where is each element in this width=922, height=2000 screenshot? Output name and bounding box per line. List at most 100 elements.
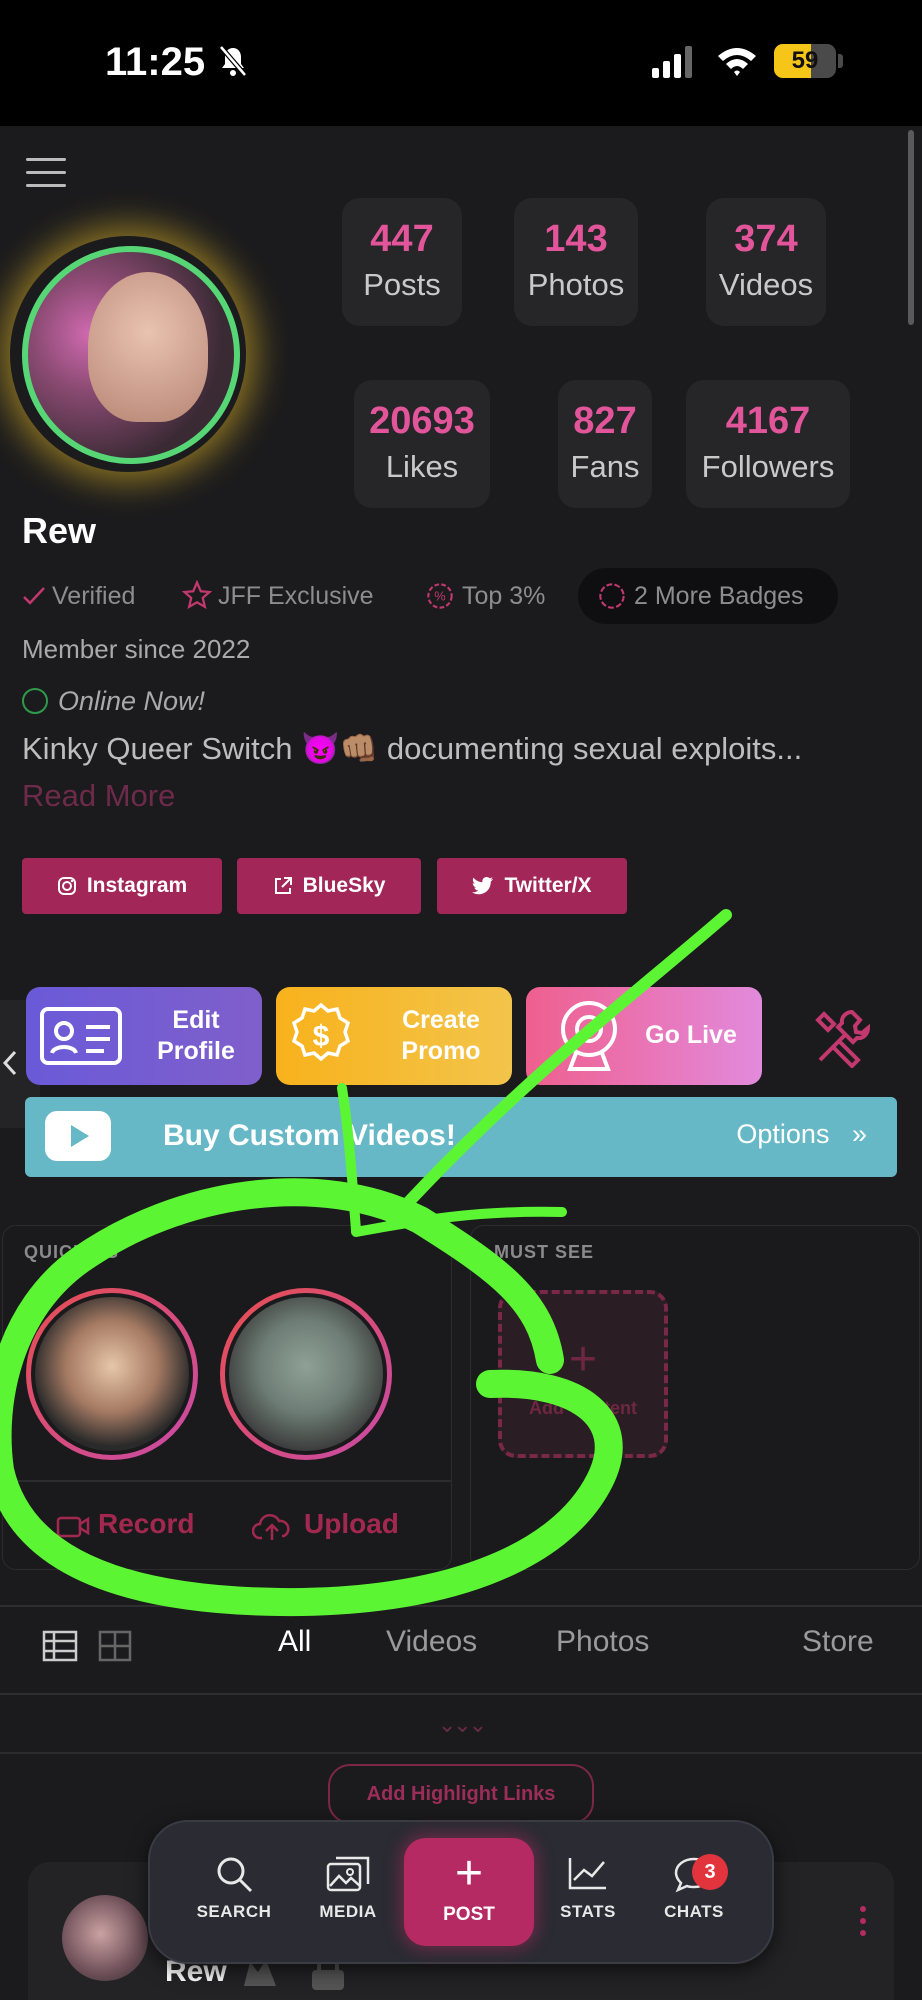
tab-photos[interactable]: Photos xyxy=(556,1625,649,1659)
stat-value: 143 xyxy=(544,218,608,260)
upload-button[interactable]: Upload xyxy=(304,1508,399,1540)
video-camera-icon xyxy=(56,1516,90,1538)
grid-view-icon[interactable] xyxy=(98,1630,132,1662)
more-badges-label: 2 More Badges xyxy=(634,582,804,610)
chats-unread-badge: 3 xyxy=(692,1854,728,1890)
external-link-icon xyxy=(274,877,292,895)
media-gallery-icon xyxy=(326,1856,370,1892)
status-time: 11:25 xyxy=(105,40,206,84)
go-live-label: Go Live xyxy=(645,1021,737,1050)
add-highlight-links-button[interactable]: Add Highlight Links xyxy=(328,1764,594,1824)
profile-avatar[interactable] xyxy=(22,246,240,464)
stat-value: 447 xyxy=(370,218,434,260)
tab-all[interactable]: All xyxy=(278,1625,311,1659)
instagram-icon xyxy=(57,877,76,896)
go-live-button[interactable]: Go Live xyxy=(526,987,762,1085)
profile-name: Rew xyxy=(22,510,97,551)
stat-value: 4167 xyxy=(725,400,811,442)
stat-label: Photos xyxy=(527,267,625,302)
tab-videos[interactable]: Videos xyxy=(386,1625,477,1659)
buy-custom-videos-banner[interactable]: Buy Custom Videos! Options » xyxy=(25,1097,897,1177)
nav-stats-label: STATS xyxy=(560,1902,616,1921)
badge-top-percent: Top 3% xyxy=(462,582,546,610)
instagram-link[interactable]: Instagram xyxy=(22,858,222,914)
double-chevron-right-icon: » xyxy=(851,1119,867,1149)
post-author-avatar[interactable] xyxy=(62,1895,148,1981)
edit-profile-button[interactable]: Edit Profile xyxy=(26,987,262,1085)
online-status: Online Now! xyxy=(58,686,206,716)
section-divider xyxy=(0,1752,922,1754)
percent-badge-icon: % xyxy=(427,583,453,609)
bluesky-link[interactable]: BlueSky xyxy=(237,858,421,914)
custom-videos-label: Buy Custom Videos! xyxy=(163,1119,456,1152)
stat-label: Followers xyxy=(701,449,835,484)
stat-value: 20693 xyxy=(369,400,475,442)
post-options-icon[interactable] xyxy=(860,1906,868,1936)
read-more-link[interactable]: Read More xyxy=(22,778,175,814)
nav-media[interactable]: MEDIA xyxy=(298,1854,398,1922)
stat-value: 827 xyxy=(573,400,637,442)
nav-chats-label: CHATS xyxy=(664,1902,724,1921)
app-screen: 11:25 59 447 Posts 143 Photos 374 Videos… xyxy=(0,0,922,2000)
tools-icon[interactable] xyxy=(812,1008,872,1068)
stat-posts[interactable]: 447 Posts xyxy=(342,198,462,326)
twitter-bird-icon xyxy=(472,877,494,895)
id-card-icon xyxy=(40,1007,122,1065)
expand-chevrons-icon[interactable]: ⌄⌄⌄ xyxy=(0,1712,922,1738)
chevron-left-icon xyxy=(2,1050,17,1076)
quickies-title: QUICKIES xyxy=(24,1242,120,1262)
battery-tip xyxy=(838,54,843,68)
must-see-title: MUST SEE xyxy=(494,1242,595,1262)
badge-outline-icon xyxy=(599,583,625,609)
stat-label: Fans xyxy=(570,449,640,484)
page-scrollbar[interactable] xyxy=(908,130,914,325)
plus-icon: + xyxy=(454,1847,484,1900)
nav-search[interactable]: SEARCH xyxy=(184,1854,284,1922)
wifi-icon xyxy=(718,48,756,76)
stat-label: Videos xyxy=(718,267,814,302)
stat-followers[interactable]: 4167 Followers xyxy=(686,380,850,508)
twitter-label: Twitter/X xyxy=(504,874,592,897)
list-view-icon[interactable] xyxy=(42,1630,78,1662)
instagram-label: Instagram xyxy=(86,874,188,897)
tab-store[interactable]: Store xyxy=(802,1625,874,1659)
stat-fans[interactable]: 827 Fans xyxy=(558,380,652,508)
cloud-upload-icon xyxy=(252,1514,290,1540)
nav-search-label: SEARCH xyxy=(196,1902,272,1921)
nav-stats[interactable]: STATS xyxy=(538,1854,638,1922)
stat-label: Posts xyxy=(363,267,441,302)
options-label: Options xyxy=(736,1119,830,1149)
custom-videos-options[interactable]: Options » xyxy=(736,1119,867,1150)
record-button[interactable]: Record xyxy=(98,1508,194,1540)
create-promo-label: Create Promo xyxy=(401,1005,481,1065)
edit-profile-label: Edit Profile xyxy=(157,1005,235,1065)
plus-icon: + xyxy=(568,1333,598,1386)
check-icon xyxy=(23,587,45,605)
add-content-button[interactable]: + Add Content xyxy=(498,1290,668,1458)
battery-indicator: 59 xyxy=(774,44,836,78)
hamburger-menu-icon[interactable] xyxy=(26,158,66,188)
add-content-label: Add Content xyxy=(529,1398,637,1418)
cell-signal-icon xyxy=(652,46,692,78)
play-icon xyxy=(45,1111,111,1161)
badge-jff-exclusive: JFF Exclusive xyxy=(218,582,374,610)
nav-post-button[interactable]: + POST xyxy=(404,1838,534,1946)
twitter-link[interactable]: Twitter/X xyxy=(437,858,627,914)
star-icon xyxy=(182,580,212,610)
svg-text:%: % xyxy=(434,589,445,604)
online-status-icon xyxy=(22,688,48,714)
profile-bio: Kinky Queer Switch 😈👊🏽 documenting sexua… xyxy=(22,731,803,766)
stat-value: 374 xyxy=(734,218,798,260)
quickie-thumbnail[interactable] xyxy=(26,1288,198,1460)
stat-label: Likes xyxy=(385,449,459,484)
nav-post-label: POST xyxy=(443,1904,495,1925)
stat-videos[interactable]: 374 Videos xyxy=(706,198,826,326)
nav-media-label: MEDIA xyxy=(319,1902,377,1921)
webcam-icon xyxy=(561,1001,617,1071)
bluesky-label: BlueSky xyxy=(302,874,386,897)
quickie-thumbnail[interactable] xyxy=(220,1288,392,1460)
dollar-badge-icon: $ xyxy=(291,1002,351,1062)
stat-photos[interactable]: 143 Photos xyxy=(514,198,638,326)
create-promo-button[interactable]: $ Create Promo xyxy=(276,987,512,1085)
stat-likes[interactable]: 20693 Likes xyxy=(354,380,490,508)
